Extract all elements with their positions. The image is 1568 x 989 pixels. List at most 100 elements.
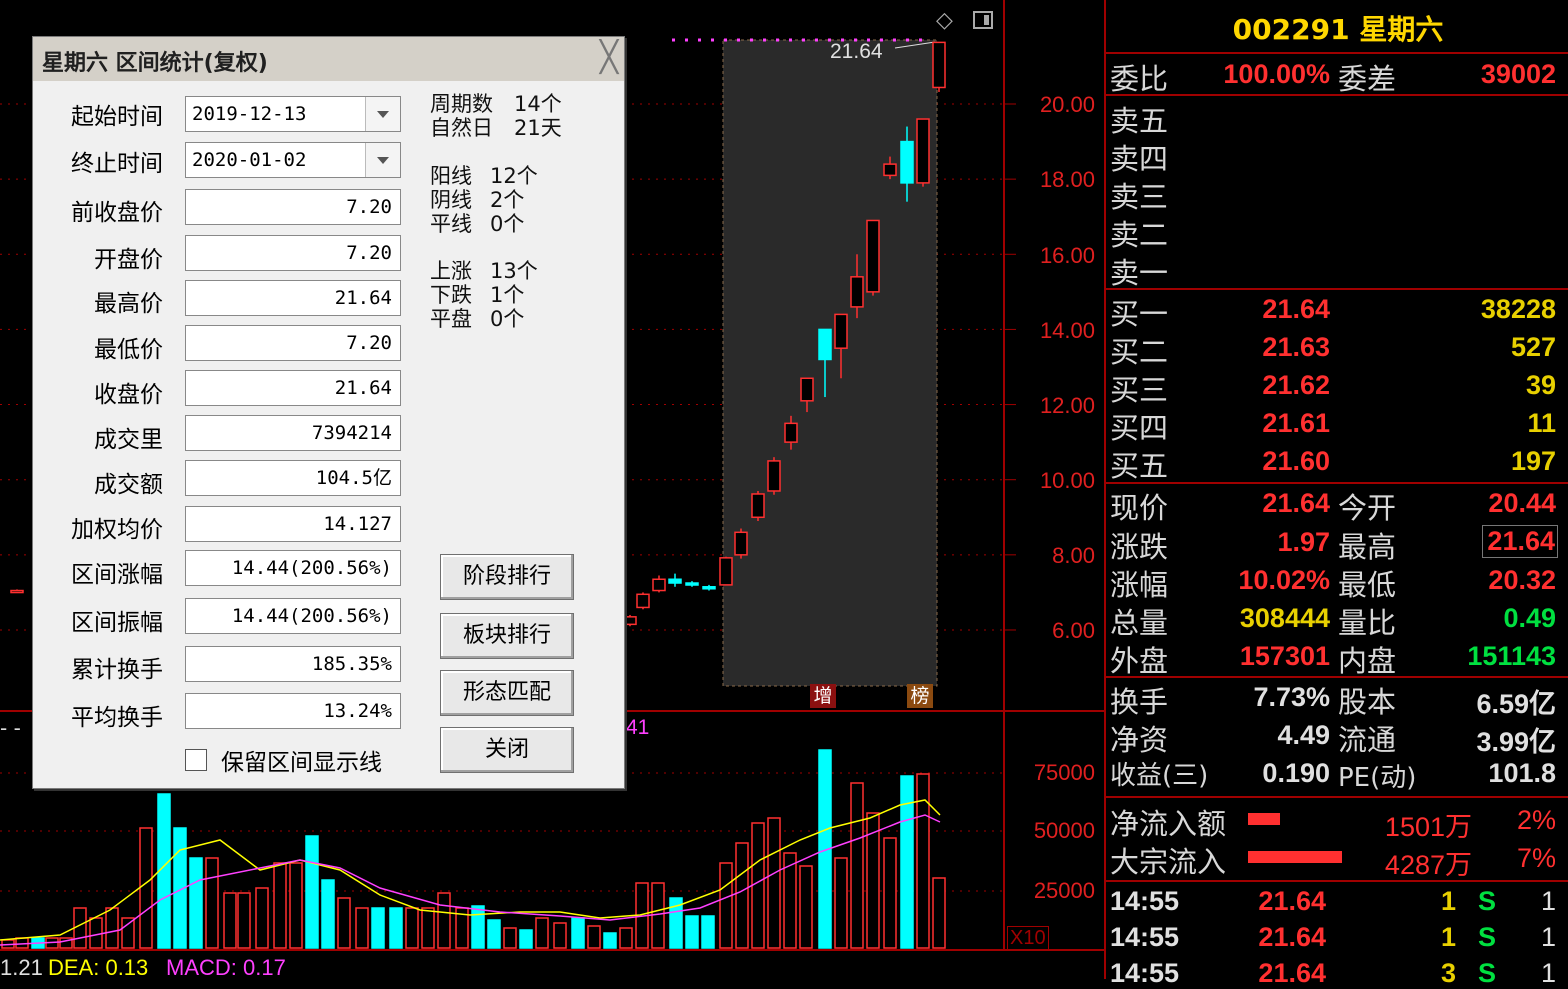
- chevron-down-icon[interactable]: [365, 143, 400, 177]
- open-field[interactable]: 7.20: [185, 235, 401, 271]
- divider: [1106, 482, 1568, 484]
- cumulative-turnover-field[interactable]: 185.35%: [185, 646, 401, 682]
- sell-level-label: 卖三: [1110, 180, 1169, 214]
- volume-bar: [487, 919, 501, 949]
- candle-body: [883, 163, 897, 177]
- diamond-icon[interactable]: ◇: [936, 8, 953, 33]
- price-axis-label: 12.00: [1039, 393, 1095, 418]
- close-icon[interactable]: ╳: [600, 43, 618, 73]
- tick-side: S: [1477, 922, 1496, 952]
- volume-bar: [587, 925, 601, 949]
- volume-bar: [619, 927, 633, 949]
- volume-bar: [535, 917, 549, 949]
- stat-value: 151143: [1467, 641, 1556, 671]
- divider: [1106, 94, 1568, 96]
- stat-flat-label: 平线: [430, 212, 472, 236]
- info-value: 0.190: [1262, 758, 1330, 788]
- interval-gain-field[interactable]: 14.44(200.56%): [185, 550, 401, 586]
- low-field[interactable]: 7.20: [185, 325, 401, 361]
- candle-body: [850, 276, 864, 308]
- field-label: 区间涨幅: [71, 562, 163, 588]
- volume-bar: [751, 822, 765, 949]
- high-field[interactable]: 21.64: [185, 280, 401, 316]
- candle-body: [734, 531, 748, 556]
- indicator-value-fragment: 41: [626, 716, 650, 739]
- volume-bar: [389, 907, 403, 949]
- tick-time: 14:55: [1110, 922, 1180, 952]
- volume-bar: [73, 907, 87, 949]
- end-date-value: 2020-01-02: [192, 149, 307, 171]
- candle-body: [685, 582, 699, 586]
- tick-count: 1: [1540, 886, 1556, 916]
- stat-value: 157301: [1239, 641, 1330, 671]
- badge-bang[interactable]: 榜: [907, 684, 933, 708]
- chevron-down-icon[interactable]: [365, 97, 400, 131]
- volume-bar: [651, 882, 665, 949]
- info-value: 3.99亿: [1476, 727, 1556, 757]
- interval-amplitude-field[interactable]: 14.44(200.56%): [185, 598, 401, 634]
- last-price-annotation: 21.64: [830, 40, 883, 63]
- candle-body: [900, 140, 914, 184]
- field-label-start: 起始时间: [71, 104, 163, 130]
- divider: [1106, 676, 1568, 678]
- info-value: 101.8: [1488, 758, 1556, 788]
- field-label: 区间振幅: [71, 610, 163, 636]
- panel-toggle-icon[interactable]: [973, 11, 993, 29]
- divider: [1106, 52, 1568, 54]
- volume-bar: [421, 907, 435, 949]
- volume-bar: [603, 932, 617, 949]
- stat-label: 涨幅: [1110, 568, 1169, 602]
- tick-volume: 1: [1440, 886, 1456, 916]
- tick-price: 21.64: [1258, 922, 1326, 952]
- sector-ranking-button[interactable]: 板块排行: [440, 613, 574, 659]
- stat-value: 20.32: [1488, 565, 1556, 595]
- price-axis-label: 14.00: [1039, 318, 1095, 343]
- stage-ranking-button[interactable]: 阶段排行: [440, 554, 574, 600]
- price-axis-label: 16.00: [1039, 243, 1095, 268]
- weibi-value: 100.00%: [1223, 59, 1330, 89]
- stat-even-label: 平盘: [430, 307, 472, 331]
- tick-time: 14:55: [1110, 886, 1180, 916]
- weicha-label: 委差: [1338, 62, 1397, 96]
- prev-close-field[interactable]: 7.20: [185, 189, 401, 225]
- badge-zeng[interactable]: 增: [810, 684, 836, 708]
- sell-level-label: 卖四: [1110, 142, 1169, 176]
- buy-price: 21.62: [1262, 370, 1330, 400]
- volume-bar: [189, 857, 203, 949]
- volume-bar: [105, 907, 119, 949]
- sell-level-label: 卖五: [1110, 104, 1169, 138]
- stat-value: 21.64: [1262, 488, 1330, 518]
- stat-yin-label: 阴线: [430, 188, 472, 212]
- amount-field[interactable]: 104.5亿: [185, 460, 401, 496]
- keep-interval-lines-checkbox[interactable]: [185, 749, 207, 771]
- volume-axis-label: 75000: [1033, 760, 1095, 785]
- pattern-match-button[interactable]: 形态匹配: [440, 670, 574, 716]
- x10-label[interactable]: X10: [1007, 926, 1049, 951]
- volume-bar: [273, 862, 287, 949]
- volume-field[interactable]: 7394214: [185, 415, 401, 451]
- buy-volume: 38228: [1480, 294, 1556, 324]
- keep-interval-lines-label: 保留区间显示线: [221, 750, 382, 776]
- candle-body: [800, 377, 814, 402]
- stat-label: 最低: [1338, 568, 1397, 602]
- stat-label: 涨跌: [1110, 530, 1169, 564]
- close-field[interactable]: 21.64: [185, 370, 401, 406]
- divider: [1106, 796, 1568, 798]
- start-date-select[interactable]: 2019-12-13: [185, 96, 401, 132]
- field-label: 平均换手: [71, 705, 163, 731]
- buy-level-label: 买三: [1110, 373, 1169, 407]
- close-button[interactable]: 关闭: [440, 727, 574, 773]
- interval-stats-dialog[interactable]: 星期六 区间统计(复权) ╳ 起始时间 2019-12-13 终止时间 2020…: [32, 36, 625, 789]
- info-label: 换手: [1110, 685, 1169, 719]
- stat-value: 20.44: [1488, 488, 1556, 518]
- stat-yin-value: 2个: [490, 188, 525, 212]
- tick-volume: 1: [1440, 922, 1456, 952]
- candle-body: [652, 578, 666, 592]
- avg-turnover-field[interactable]: 13.24%: [185, 693, 401, 729]
- buy-level-label: 买一: [1110, 297, 1169, 331]
- end-date-select[interactable]: 2020-01-02: [185, 142, 401, 178]
- weighted-avg-field[interactable]: 14.127: [185, 506, 401, 542]
- dialog-titlebar[interactable]: 星期六 区间统计(复权) ╳: [33, 37, 624, 81]
- stat-even-value: 0个: [490, 307, 525, 331]
- candle-body: [623, 616, 637, 626]
